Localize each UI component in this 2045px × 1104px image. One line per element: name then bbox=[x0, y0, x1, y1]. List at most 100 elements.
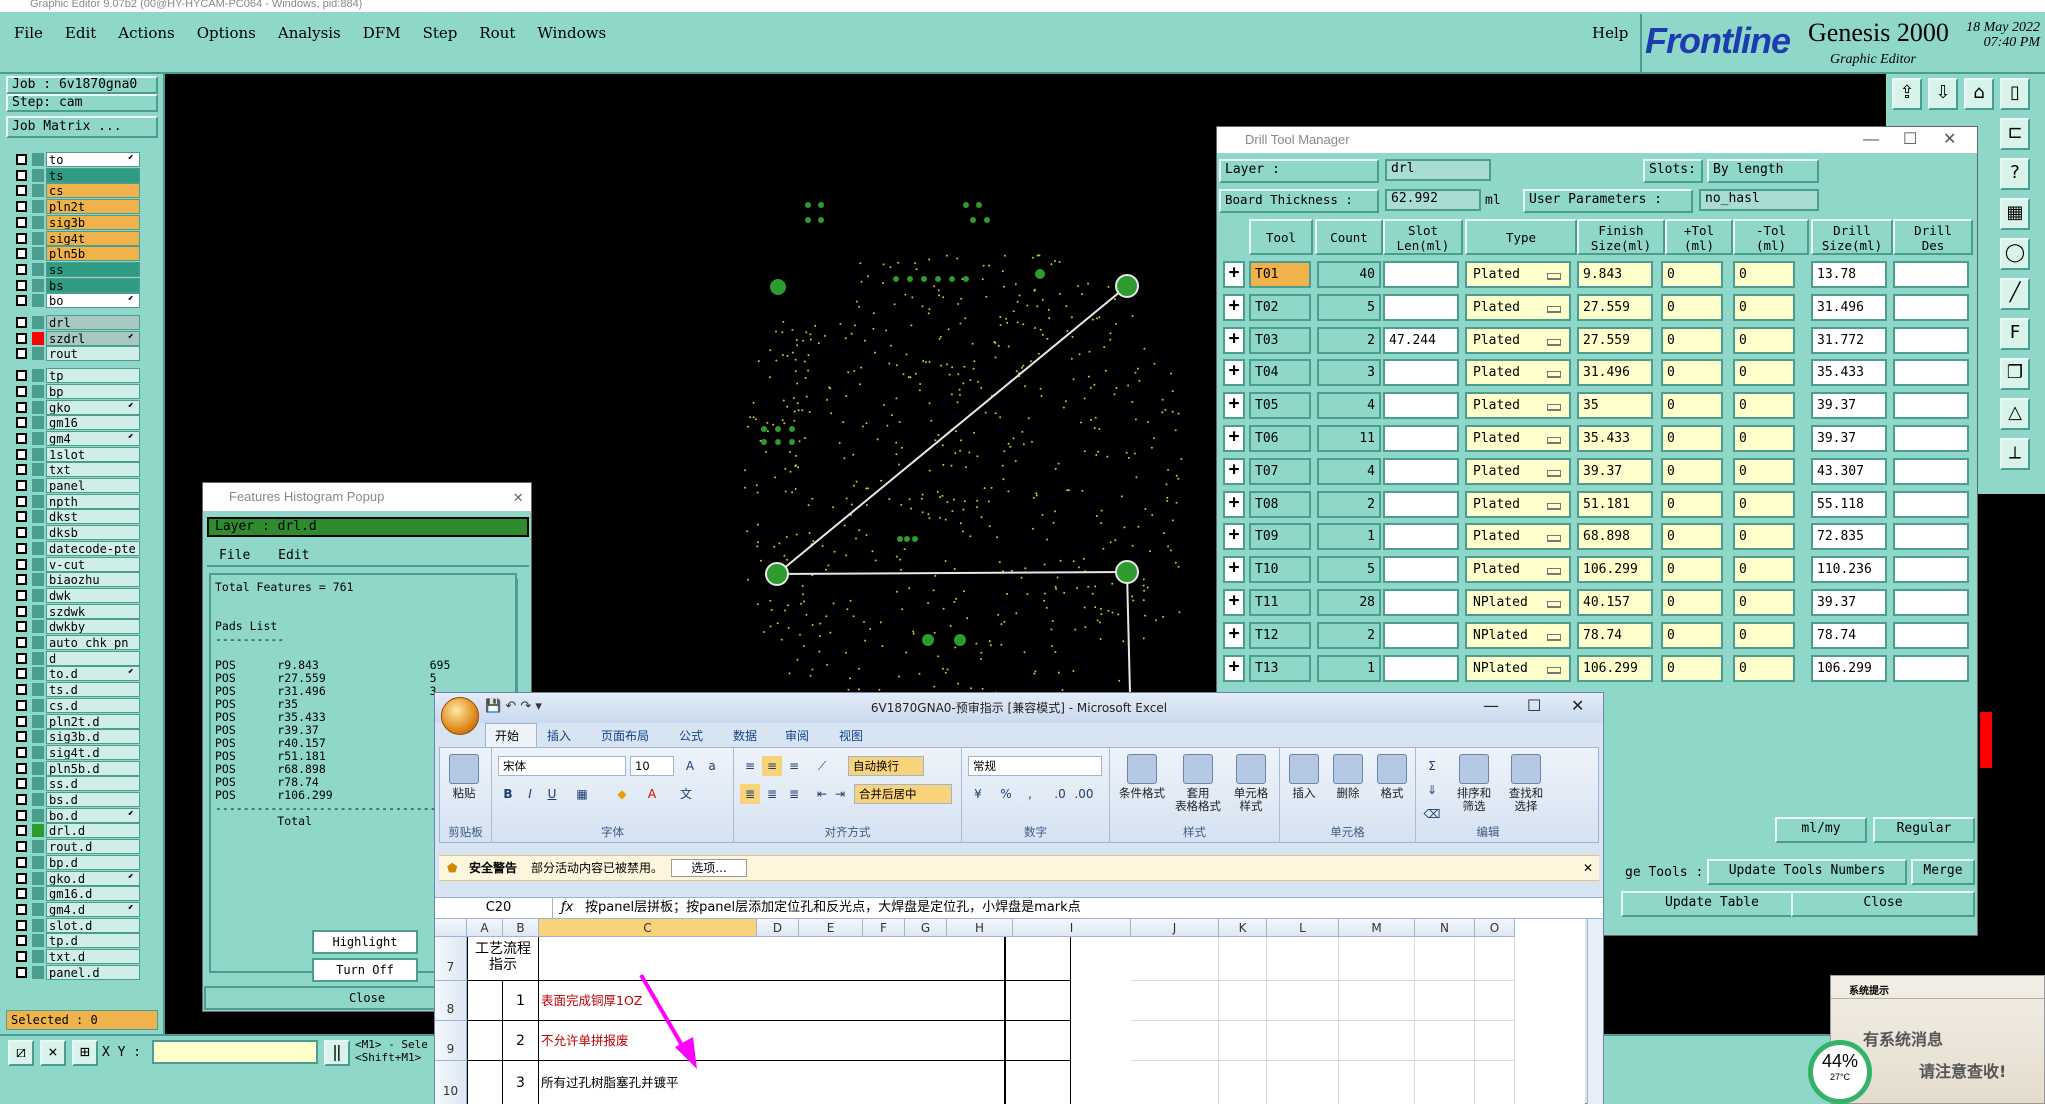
layer-row[interactable]: rout.d bbox=[12, 839, 152, 855]
security-options-button[interactable]: 选项... bbox=[671, 859, 747, 877]
grid-cell[interactable] bbox=[1131, 1061, 1219, 1104]
layer-row[interactable]: sig3b bbox=[12, 214, 152, 230]
font-color-icon[interactable]: A bbox=[642, 784, 662, 804]
layer-checkbox[interactable] bbox=[16, 825, 27, 837]
underline-icon[interactable]: U bbox=[542, 784, 562, 804]
drill-size-field[interactable]: 55.118 bbox=[1811, 490, 1887, 518]
layer-row[interactable]: d bbox=[12, 650, 152, 666]
column-header[interactable]: C bbox=[539, 919, 757, 937]
font-name-select[interactable]: 宋体 bbox=[498, 756, 626, 776]
grid-cell[interactable] bbox=[1339, 1021, 1415, 1061]
layer-name[interactable]: d bbox=[46, 650, 140, 666]
slot-len-field[interactable]: 47.244 bbox=[1383, 326, 1459, 354]
close-icon[interactable]: ✕ bbox=[1943, 127, 1956, 153]
layer-checkbox[interactable] bbox=[16, 348, 27, 360]
drill-size-field[interactable]: 35.433 bbox=[1811, 359, 1887, 387]
clear-icon[interactable]: ⌫ bbox=[1422, 804, 1442, 824]
tool-id[interactable]: T04 bbox=[1249, 359, 1311, 387]
layer-name[interactable]: ss bbox=[46, 261, 140, 277]
menu-step[interactable]: Step bbox=[423, 24, 458, 42]
layer-name[interactable]: ts bbox=[46, 167, 140, 183]
layer-row[interactable]: auto_chk_pn bbox=[12, 635, 152, 650]
table-format-button[interactable]: 套用 表格格式 bbox=[1172, 754, 1224, 813]
layer-name[interactable]: auto_chk_pn bbox=[46, 635, 140, 650]
layer-name[interactable]: ts.d bbox=[46, 682, 140, 698]
note-cell[interactable] bbox=[1005, 937, 1071, 981]
board-thickness-field[interactable]: 62.992 bbox=[1385, 189, 1481, 211]
drill-des-field[interactable] bbox=[1893, 654, 1969, 682]
menu-rout[interactable]: Rout bbox=[479, 24, 515, 42]
layer-checkbox[interactable] bbox=[16, 684, 27, 696]
worksheet[interactable]: A B C D E F G H I J K L M N O 7 8 9 10 工艺流程 指示 1 表面完成铜厚1OZ 2 不允… bbox=[435, 919, 1585, 1104]
expand-icon[interactable]: + bbox=[1223, 261, 1245, 288]
slot-len-field[interactable] bbox=[1383, 621, 1459, 649]
layer-name[interactable]: gm16 bbox=[46, 415, 140, 431]
plus-tol-field[interactable]: 0 bbox=[1661, 293, 1723, 321]
drill-des-field[interactable] bbox=[1893, 261, 1969, 288]
slot-len-field[interactable] bbox=[1383, 556, 1459, 584]
layer-name[interactable]: bo.d bbox=[46, 807, 140, 823]
open-icon[interactable]: ⇪ bbox=[1892, 78, 1922, 110]
minus-tol-field[interactable]: 0 bbox=[1733, 621, 1795, 649]
grid-cell[interactable] bbox=[1415, 937, 1475, 981]
finish-size-field[interactable]: 40.157 bbox=[1577, 589, 1653, 616]
plus-tol-field[interactable]: 0 bbox=[1661, 392, 1723, 420]
conditional-format-button[interactable]: 条件格式 bbox=[1116, 754, 1168, 800]
layer-row[interactable]: dwk bbox=[12, 587, 152, 603]
grid-cell[interactable] bbox=[1339, 1061, 1415, 1104]
slot-len-field[interactable] bbox=[1383, 490, 1459, 518]
layer-row[interactable]: cs.d bbox=[12, 697, 152, 713]
layer-row[interactable]: gm4.d ⬋ bbox=[12, 901, 152, 917]
layer-checkbox[interactable] bbox=[16, 511, 27, 523]
layer-checkbox[interactable] bbox=[16, 232, 27, 244]
layer-checkbox[interactable] bbox=[16, 317, 27, 328]
page-icon[interactable]: ▯ bbox=[2000, 78, 2030, 110]
autosum-icon[interactable]: Σ bbox=[1422, 756, 1442, 776]
finish-size-field[interactable]: 78.74 bbox=[1577, 621, 1653, 649]
layer-name[interactable]: dkst bbox=[46, 509, 140, 525]
grid-cell[interactable] bbox=[1475, 937, 1515, 981]
increase-decimal-icon[interactable]: .0 bbox=[1050, 784, 1070, 804]
tool-row[interactable]: + T05 4 Plated 35 0 0 39.37 bbox=[1221, 390, 1973, 423]
layer-checkbox[interactable] bbox=[16, 201, 27, 213]
tool-id[interactable]: T08 bbox=[1249, 490, 1311, 518]
menu-edit[interactable]: Edit bbox=[65, 24, 96, 42]
close-button[interactable]: Close bbox=[1791, 891, 1975, 917]
find-select-button[interactable]: 查找和 选择 bbox=[1502, 754, 1550, 813]
item-text-cell[interactable]: 所有过孔树脂塞孔并镀平 bbox=[539, 1061, 1005, 1104]
layer-checkbox[interactable] bbox=[16, 762, 27, 774]
menu-dfm[interactable]: DFM bbox=[363, 24, 401, 42]
expand-icon[interactable]: + bbox=[1223, 457, 1245, 485]
slot-len-field[interactable] bbox=[1383, 523, 1459, 551]
expand-icon[interactable]: + bbox=[1223, 589, 1245, 616]
layer-row[interactable]: pln5b.d bbox=[12, 760, 152, 776]
tool-row[interactable]: + T06 11 Plated 35.433 0 0 39.37 bbox=[1221, 423, 1973, 456]
layer-row[interactable]: pln2t.d bbox=[12, 713, 152, 729]
finish-size-field[interactable]: 27.559 bbox=[1577, 293, 1653, 321]
layer-checkbox[interactable] bbox=[16, 621, 27, 633]
plus-tol-field[interactable]: 0 bbox=[1661, 654, 1723, 682]
tool-id[interactable]: T06 bbox=[1249, 425, 1311, 452]
grid-cell[interactable] bbox=[1339, 981, 1415, 1021]
maximize-icon[interactable]: ☐ bbox=[1527, 696, 1541, 715]
grid-cell[interactable] bbox=[1475, 1061, 1515, 1104]
type-select[interactable]: NPlated bbox=[1465, 621, 1571, 649]
layer-checkbox[interactable] bbox=[16, 495, 27, 507]
item-number-cell[interactable]: 1 bbox=[503, 981, 539, 1021]
minus-tol-field[interactable]: 0 bbox=[1733, 359, 1795, 387]
plus-tol-field[interactable]: 0 bbox=[1661, 326, 1723, 354]
layer-checkbox[interactable] bbox=[16, 699, 27, 711]
grid-icon[interactable]: ⊞ bbox=[72, 1040, 98, 1066]
layer-checkbox[interactable] bbox=[16, 589, 27, 601]
drill-size-field[interactable]: 13.78 bbox=[1811, 261, 1887, 288]
layer-name[interactable]: to.d bbox=[46, 666, 140, 682]
layer-row[interactable]: gm4 ⬋ bbox=[12, 430, 152, 446]
drill-size-field[interactable]: 31.496 bbox=[1811, 293, 1887, 321]
item-number-cell[interactable]: 3 bbox=[503, 1061, 539, 1104]
drill-des-field[interactable] bbox=[1893, 359, 1969, 387]
layer-row[interactable]: dksb bbox=[12, 525, 152, 541]
minus-tol-field[interactable]: 0 bbox=[1733, 556, 1795, 584]
layer-row[interactable]: txt bbox=[12, 462, 152, 478]
font-size-select[interactable]: 10 bbox=[630, 756, 674, 776]
grid-cell[interactable] bbox=[1415, 1061, 1475, 1104]
